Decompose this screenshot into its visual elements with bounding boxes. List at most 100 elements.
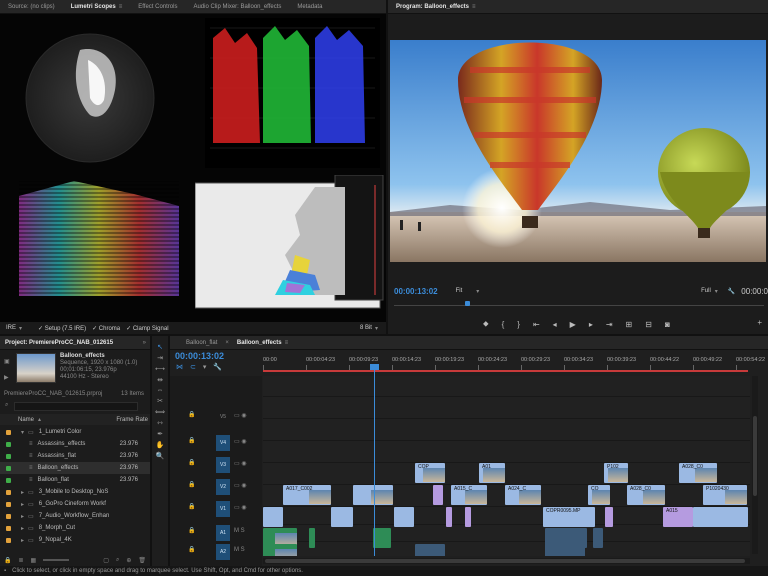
wrench-icon[interactable]: 🔧	[728, 288, 735, 295]
timeline-ruler[interactable]: 00:00 00:00:04:23 00:00:09:23 00:00:14:23 00…	[263, 352, 768, 372]
col-name-header[interactable]: Name	[18, 417, 34, 423]
project-item-row[interactable]: ≡ Assassins_flat 23.976	[0, 450, 150, 462]
timeline-clip[interactable]	[353, 485, 393, 505]
project-bin-row[interactable]: ▸ ▭ 9_Nopal_4K	[0, 534, 150, 546]
timeline-clip[interactable]	[605, 507, 613, 527]
track-target[interactable]: A2	[216, 544, 230, 560]
col-framerate-header[interactable]: Frame Rate	[116, 417, 148, 423]
tab-lumetri-scopes[interactable]: Lumetri Scopes ≡	[63, 0, 131, 14]
lock-track-icon[interactable]: 🔒	[188, 437, 195, 444]
step-forward-icon[interactable]: ▸	[589, 320, 593, 329]
track-target[interactable]: V1	[216, 501, 230, 517]
sort-icon[interactable]: ▴	[38, 416, 41, 423]
label-color-swatch[interactable]	[6, 537, 11, 543]
tab-menu-icon[interactable]: ≡	[472, 4, 476, 10]
panel-expand-icon[interactable]: »	[143, 340, 146, 346]
tab-source[interactable]: Source: (no clips)	[0, 0, 63, 14]
timeline-clip[interactable]	[465, 507, 471, 527]
label-color-swatch[interactable]	[6, 525, 11, 531]
timeline-timecode[interactable]: 00:00:13:02	[175, 351, 224, 361]
lock-track-icon[interactable]: 🔒	[188, 546, 195, 553]
project-bin-row[interactable]: ▸ ▭ 3_Mobile to Desktop_NoS	[0, 486, 150, 498]
zoom-tool-icon[interactable]: 🔍	[156, 452, 165, 460]
quality-select[interactable]: Full	[701, 288, 711, 294]
label-color-swatch[interactable]	[6, 441, 11, 447]
timeline-clip[interactable]	[433, 485, 443, 505]
playhead-head[interactable]	[370, 364, 379, 370]
go-to-out-icon[interactable]: ⇥	[606, 320, 613, 329]
tab-metadata[interactable]: Metadata	[289, 0, 330, 14]
chevron-down-icon[interactable]: ▾	[375, 325, 378, 332]
timeline-vertical-scrollbar[interactable]	[752, 376, 758, 554]
track-select-tool-icon[interactable]: ⇥	[157, 354, 163, 362]
program-scrub-bar[interactable]	[394, 301, 764, 306]
work-area-bar[interactable]	[263, 370, 748, 372]
new-bin-icon[interactable]: ▢	[103, 557, 109, 564]
camera-icon[interactable]: ◙	[665, 320, 670, 329]
lock-track-icon[interactable]: 🔒	[188, 411, 195, 418]
project-bin-row[interactable]: ▸ ▭ 6_GoPro Cineform Workf	[0, 498, 150, 510]
track-target[interactable]: V5	[216, 409, 230, 425]
timeline-clip[interactable]: A028_C0	[679, 463, 717, 483]
list-view-icon[interactable]: ≣	[18, 557, 23, 564]
mute-icon[interactable]: M S	[234, 547, 245, 553]
chevron-right-icon[interactable]: ▸	[21, 489, 24, 496]
selection-tool-icon[interactable]: ↖	[157, 343, 163, 351]
label-color-swatch[interactable]	[6, 501, 11, 507]
program-video-frame[interactable]	[390, 40, 766, 262]
timeline-clip[interactable]	[693, 507, 748, 527]
timeline-clip[interactable]	[331, 507, 353, 527]
play-icon[interactable]: ▶	[570, 320, 576, 329]
lock-track-icon[interactable]: 🔒	[188, 527, 195, 534]
slide-tool-icon[interactable]: ⇿	[157, 419, 163, 427]
chevron-down-icon[interactable]: ▾	[476, 288, 479, 295]
step-back-icon[interactable]: ◂	[553, 320, 557, 329]
lift-icon[interactable]: ⊞	[626, 320, 633, 329]
timeline-clip[interactable]: A024_C	[505, 485, 541, 505]
track-target[interactable]: A1	[216, 525, 230, 541]
chevron-down-icon[interactable]: ▾	[19, 325, 22, 332]
chevron-down-icon[interactable]: ▾	[21, 429, 24, 436]
lock-track-icon[interactable]: 🔒	[188, 459, 195, 466]
tab-audio-clip-mixer[interactable]: Audio Clip Mixer: Balloon_effects	[185, 0, 289, 14]
zoom-slider[interactable]	[43, 559, 70, 561]
eye-icon[interactable]: ▭ ◉	[234, 460, 247, 467]
project-item-row[interactable]: ≡ Balloon_flat 23.976	[0, 474, 150, 486]
add-marker-icon[interactable]: ▾	[203, 363, 207, 371]
hand-tool-icon[interactable]: ✋	[156, 441, 165, 449]
new-item-icon[interactable]: ⊕	[126, 557, 131, 564]
clamp-checkbox[interactable]: ✓ Clamp Signal	[126, 325, 168, 332]
tab-sequence-balloon-effects[interactable]: Balloon_effects ≡	[229, 336, 296, 350]
chevron-down-icon[interactable]: ▾	[715, 288, 718, 295]
scale-select[interactable]: IRE	[6, 325, 16, 331]
label-color-swatch[interactable]	[6, 429, 11, 435]
label-color-swatch[interactable]	[6, 453, 11, 459]
timeline-clip[interactable]	[593, 528, 603, 548]
label-color-swatch[interactable]	[6, 489, 11, 495]
linked-selection-icon[interactable]: ⊂	[190, 363, 196, 371]
marker-icon[interactable]: ⬥	[483, 319, 489, 329]
trash-icon[interactable]: 🗑	[138, 557, 146, 564]
lock-track-icon[interactable]: 🔒	[188, 481, 195, 488]
setup-checkbox[interactable]: ✓ Setup (7.5 IRE)	[38, 325, 86, 332]
project-bin-row[interactable]: ▾ ▭ 1_Lumetri Color	[0, 426, 150, 438]
chroma-checkbox[interactable]: ✓ Chroma	[92, 325, 120, 332]
timeline-clip[interactable]: A015_C	[451, 485, 487, 505]
poster-frame-icon[interactable]: ▣	[4, 358, 10, 365]
snap-icon[interactable]: ⋈	[176, 363, 183, 371]
rolling-edit-tool-icon[interactable]: ⇹	[157, 376, 163, 384]
eye-icon[interactable]: ▭ ◉	[234, 504, 247, 511]
tab-menu-icon[interactable]: ≡	[119, 4, 123, 10]
timeline-clip[interactable]	[545, 544, 585, 556]
label-color-swatch[interactable]	[6, 513, 11, 519]
project-search-input[interactable]: ⌕	[5, 402, 138, 411]
timeline-clip[interactable]	[373, 528, 391, 548]
timeline-clip[interactable]: COPR0095.MP	[543, 507, 595, 527]
mark-out-icon[interactable]: }	[517, 320, 520, 329]
tracks-area[interactable]: COP A01 P102 A028_C0 A017_C002 A015_C A024_C CO…	[263, 376, 750, 556]
timeline-clip[interactable]: A017_C002	[283, 485, 331, 505]
zoom-select[interactable]: Fit	[456, 288, 463, 294]
project-item-row[interactable]: ≡ Balloon_effects 23.976	[0, 462, 150, 474]
bit-depth-select[interactable]: 8 Bit	[360, 325, 372, 331]
tab-program[interactable]: Program: Balloon_effects ≡	[388, 0, 484, 14]
